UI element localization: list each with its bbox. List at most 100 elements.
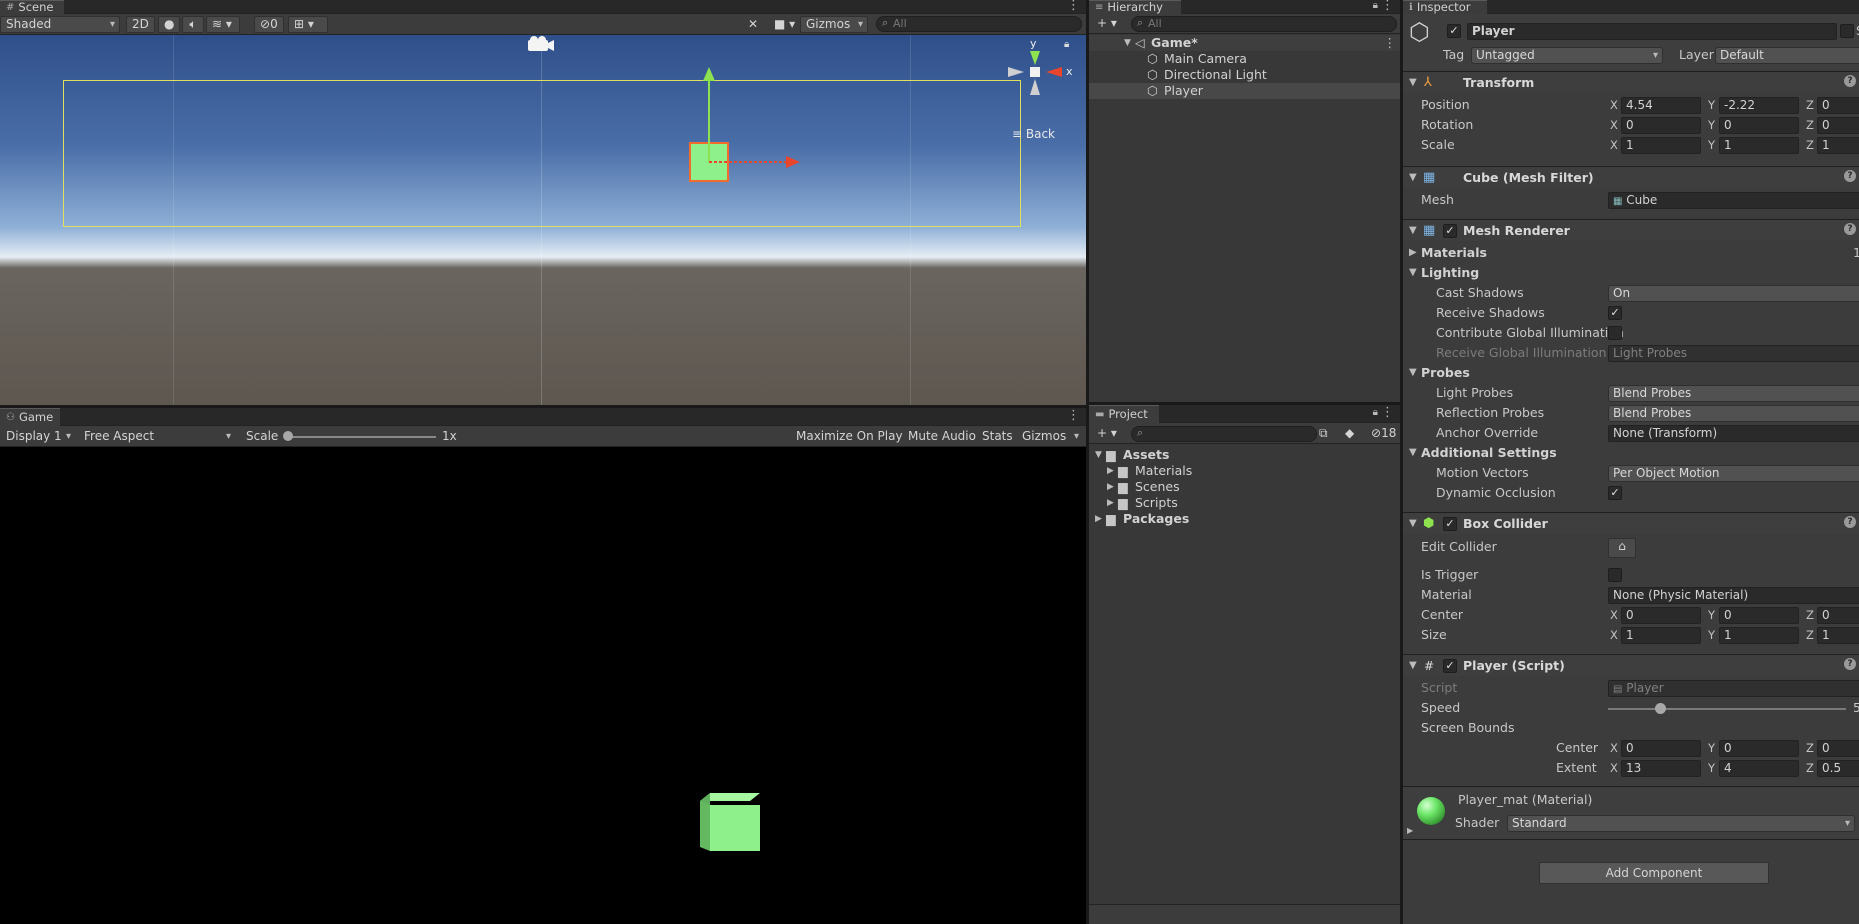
chevron-right-icon[interactable]: ▶ [1107,479,1114,495]
audio-toggle-icon[interactable]: 🔈︎ [182,16,204,33]
scale-slider-handle[interactable] [283,431,293,441]
chevron-right-icon[interactable]: ▶ [1409,245,1417,261]
transform-header[interactable]: ▼ ⅄ Transform ? [1403,71,1859,93]
probes-section[interactable]: Probes [1421,365,1470,381]
collider-size-x-field[interactable]: 1 [1621,627,1701,644]
active-checkbox[interactable]: ✓ [1447,24,1461,38]
view-label[interactable]: ≡ Back [1012,127,1055,141]
box-collider-header[interactable]: ▼ ⬢ ✓ Box Collider ? [1403,512,1859,534]
move-gizmo[interactable] [680,65,810,185]
shading-mode-dropdown[interactable]: Shaded [0,16,120,33]
chevron-down-icon[interactable]: ▼ [1409,75,1417,91]
position-x-field[interactable]: 4.54 [1621,97,1701,114]
grid-toggle-icon[interactable]: ⊞ ▾ [288,16,328,33]
shader-dropdown[interactable]: Standard [1507,815,1855,832]
scale-x-field[interactable]: 1 [1621,137,1701,154]
game-gizmos-dropdown[interactable]: Gizmos [1016,428,1084,445]
hierarchy-add-button[interactable]: + ▾ [1091,15,1123,32]
add-component-button[interactable]: Add Component [1539,862,1769,884]
rotation-y-field[interactable]: 0 [1719,117,1799,134]
collider-center-z-field[interactable]: 0 [1817,607,1859,624]
filter-label-icon[interactable]: ◆ [1339,425,1360,442]
maximize-on-play-button[interactable]: Maximize On Play [790,428,909,445]
scene-search-input[interactable]: All [876,16,1082,32]
player-script-enabled-checkbox[interactable]: ✓ [1443,659,1457,673]
cast-shadows-dropdown[interactable]: On [1608,285,1859,302]
stats-button[interactable]: Stats [976,428,1019,445]
help-icon[interactable]: ? [1844,170,1856,182]
collider-size-y-field[interactable]: 1 [1719,627,1799,644]
effects-toggle-icon[interactable]: ≋ ▾ [206,16,240,33]
collider-material-field[interactable]: None (Physic Material) [1608,587,1859,604]
scene-menu-icon[interactable]: ⋮ [1067,0,1080,13]
project-item-assets[interactable]: ▼ ▆ Assets [1089,447,1400,463]
mesh-renderer-enabled-checkbox[interactable]: ✓ [1443,224,1457,238]
hierarchy-lock-icon[interactable]: 🔒︎ [1373,0,1378,13]
hierarchy-scene-root[interactable]: ▼ ◁ Game* ⋮ [1089,35,1400,51]
hidden-packages-toggle[interactable]: ⊘18 [1365,425,1402,442]
hierarchy-item-directional-light[interactable]: ⬡ Directional Light [1089,67,1400,83]
gameobject-cube-icon[interactable]: ⬡ [1409,20,1430,44]
display-dropdown[interactable]: Display 1 [0,428,76,445]
lighting-section[interactable]: Lighting [1421,265,1479,281]
scene-viewport[interactable]: y x 🔒︎ ≡ Back [0,35,1086,405]
project-item-packages[interactable]: ▶ ▆ Packages [1089,511,1400,527]
game-menu-icon[interactable]: ⋮ [1067,409,1080,423]
chevron-down-icon[interactable]: ▼ [1409,516,1417,532]
materials-section[interactable]: Materials [1421,245,1487,261]
bounds-center-z-field[interactable]: 0 [1817,740,1859,757]
layer-dropdown[interactable]: Default [1715,47,1859,64]
chevron-down-icon[interactable]: ▼ [1409,365,1417,381]
help-icon[interactable]: ? [1844,658,1856,670]
tab-project[interactable]: ▬ Project [1089,405,1159,423]
chevron-right-icon[interactable]: ▶ [1095,511,1102,527]
hierarchy-menu-icon[interactable]: ⋮ [1381,0,1394,13]
rotation-x-field[interactable]: 0 [1621,117,1701,134]
chevron-down-icon[interactable]: ▼ [1409,223,1417,239]
receive-shadows-checkbox[interactable]: ✓ [1608,306,1622,320]
tab-game[interactable]: ⚇ Game [0,408,60,426]
material-section[interactable]: ▶ Player_mat (Material) Shader Standard [1403,786,1859,840]
bounds-center-x-field[interactable]: 0 [1621,740,1701,757]
player-script-header[interactable]: ▼ # ✓ Player (Script) ? [1403,654,1859,676]
camera-settings-icon[interactable]: ■ ▾ [768,16,800,33]
mesh-renderer-header[interactable]: ▼ ▦ ✓ Mesh Renderer ? [1403,219,1859,241]
speed-slider-handle[interactable] [1655,703,1666,714]
bounds-extent-y-field[interactable]: 4 [1719,760,1799,777]
camera-gizmo-icon[interactable] [526,35,556,55]
lighting-toggle-icon[interactable]: ● [158,16,180,33]
hidden-objects-toggle[interactable]: ⊘0 [254,16,284,33]
dynamic-occlusion-checkbox[interactable]: ✓ [1608,486,1622,500]
chevron-down-icon[interactable]: ▼ [1409,265,1417,281]
chevron-down-icon[interactable]: ▼ [1409,658,1417,674]
collider-center-y-field[interactable]: 0 [1719,607,1799,624]
chevron-right-icon[interactable]: ▶ [1407,823,1413,839]
position-z-field[interactable]: 0 [1817,97,1859,114]
tab-scene[interactable]: # Scene [0,0,64,14]
reflection-probes-dropdown[interactable]: Blend Probes [1608,405,1859,422]
additional-settings-section[interactable]: Additional Settings [1421,445,1557,461]
chevron-right-icon[interactable]: ▶ [1107,495,1114,511]
is-trigger-checkbox[interactable] [1608,568,1622,582]
chevron-down-icon[interactable]: ▼ [1095,447,1102,463]
tab-inspector[interactable]: ℹ Inspector [1403,0,1487,14]
tag-dropdown[interactable]: Untagged [1471,47,1663,64]
project-item-scenes[interactable]: ▶ ▆ Scenes [1089,479,1400,495]
chevron-right-icon[interactable]: ▶ [1107,463,1114,479]
speed-value[interactable]: 5 [1853,700,1859,716]
project-menu-icon[interactable]: ⋮ [1381,406,1394,420]
help-icon[interactable]: ? [1844,75,1856,87]
collider-center-x-field[interactable]: 0 [1621,607,1701,624]
position-y-field[interactable]: -2.22 [1719,97,1799,114]
project-search-input[interactable] [1131,426,1317,442]
mesh-field[interactable]: ▦ Cube [1608,192,1859,209]
scene-gizmos-dropdown[interactable]: Gizmos [800,16,868,33]
object-name-field[interactable]: Player [1467,23,1837,40]
edit-collider-button[interactable]: ⌂ [1608,538,1636,558]
light-probes-dropdown[interactable]: Blend Probes [1608,385,1859,402]
hierarchy-search-input[interactable]: All [1131,16,1397,32]
tools-icon[interactable]: ✕ [742,16,764,33]
aspect-dropdown[interactable]: Free Aspect [78,428,236,445]
box-collider-enabled-checkbox[interactable]: ✓ [1443,517,1457,531]
bounds-extent-z-field[interactable]: 0.5 [1817,760,1859,777]
